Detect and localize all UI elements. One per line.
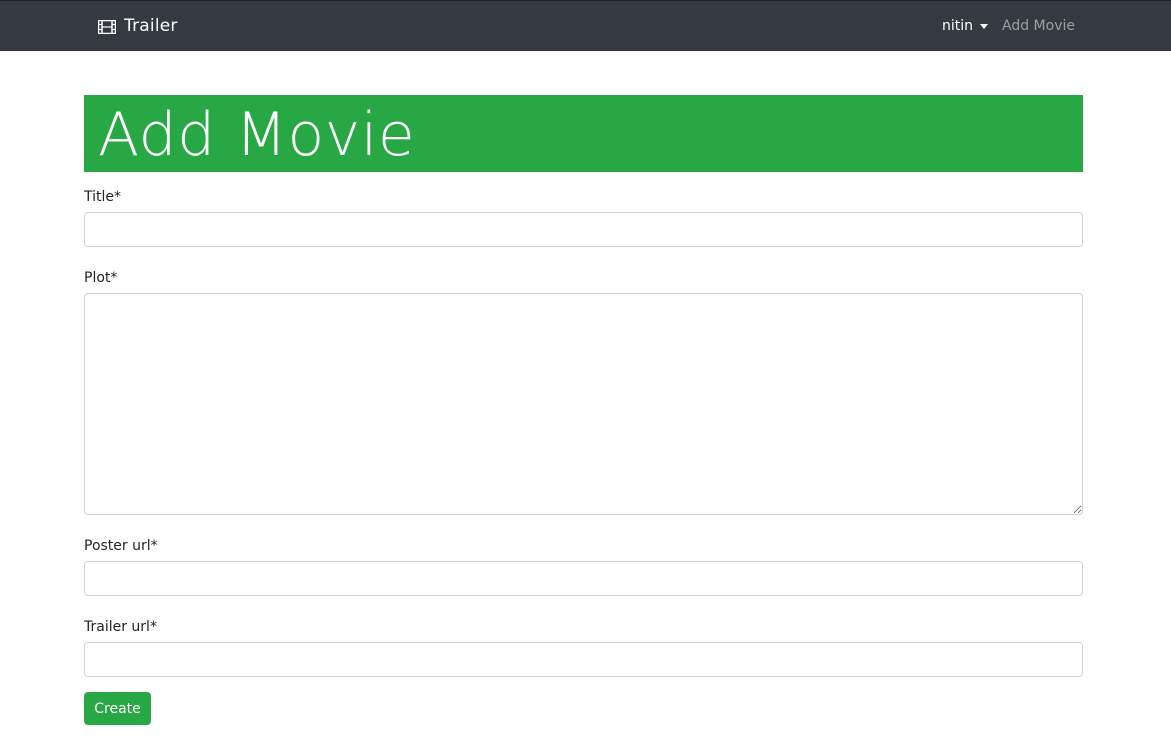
- navbar-right: nitin Add Movie: [942, 1, 1075, 51]
- user-name: nitin: [941, 18, 973, 34]
- page-header-banner: Add Movie: [84, 95, 1083, 172]
- plot-label-text: Plot: [84, 270, 111, 286]
- title-input[interactable]: [84, 212, 1083, 247]
- brand-link[interactable]: Trailer: [97, 1, 178, 51]
- title-label: Title*: [84, 187, 1083, 207]
- poster-url-input[interactable]: [84, 561, 1083, 596]
- poster-url-label: Poster url*: [84, 535, 1083, 557]
- required-marker: *: [110, 270, 118, 286]
- plot-label: Plot*: [84, 267, 1083, 289]
- create-button[interactable]: Create: [84, 692, 151, 725]
- trailer-url-label: Trailer url*: [84, 616, 1083, 638]
- title-label-text: Title: [84, 189, 115, 205]
- required-marker: *: [149, 619, 157, 635]
- add-movie-form: Title* Plot* Poster url* Trailer url* Cr…: [84, 187, 1083, 725]
- form-actions: Create: [84, 692, 1083, 725]
- poster-url-label-text: Poster url: [84, 538, 151, 554]
- trailer-url-input[interactable]: [84, 642, 1083, 677]
- trailer-url-label-text: Trailer url: [84, 619, 150, 635]
- top-navbar: Trailer nitin Add Movie: [0, 0, 1171, 51]
- required-marker: *: [150, 538, 158, 554]
- required-marker: *: [114, 189, 122, 205]
- nav-link-add-movie[interactable]: Add Movie: [1002, 18, 1075, 34]
- plot-textarea[interactable]: [84, 293, 1083, 515]
- user-dropdown-toggle[interactable]: nitin: [942, 18, 988, 34]
- film-icon: [97, 19, 117, 35]
- caret-down-icon: [980, 23, 988, 29]
- brand-label: Trailer: [124, 16, 178, 36]
- page-title: Add Movie: [98, 99, 416, 170]
- main-container: Add Movie Title* Plot* Poster url* Trail…: [84, 95, 1083, 725]
